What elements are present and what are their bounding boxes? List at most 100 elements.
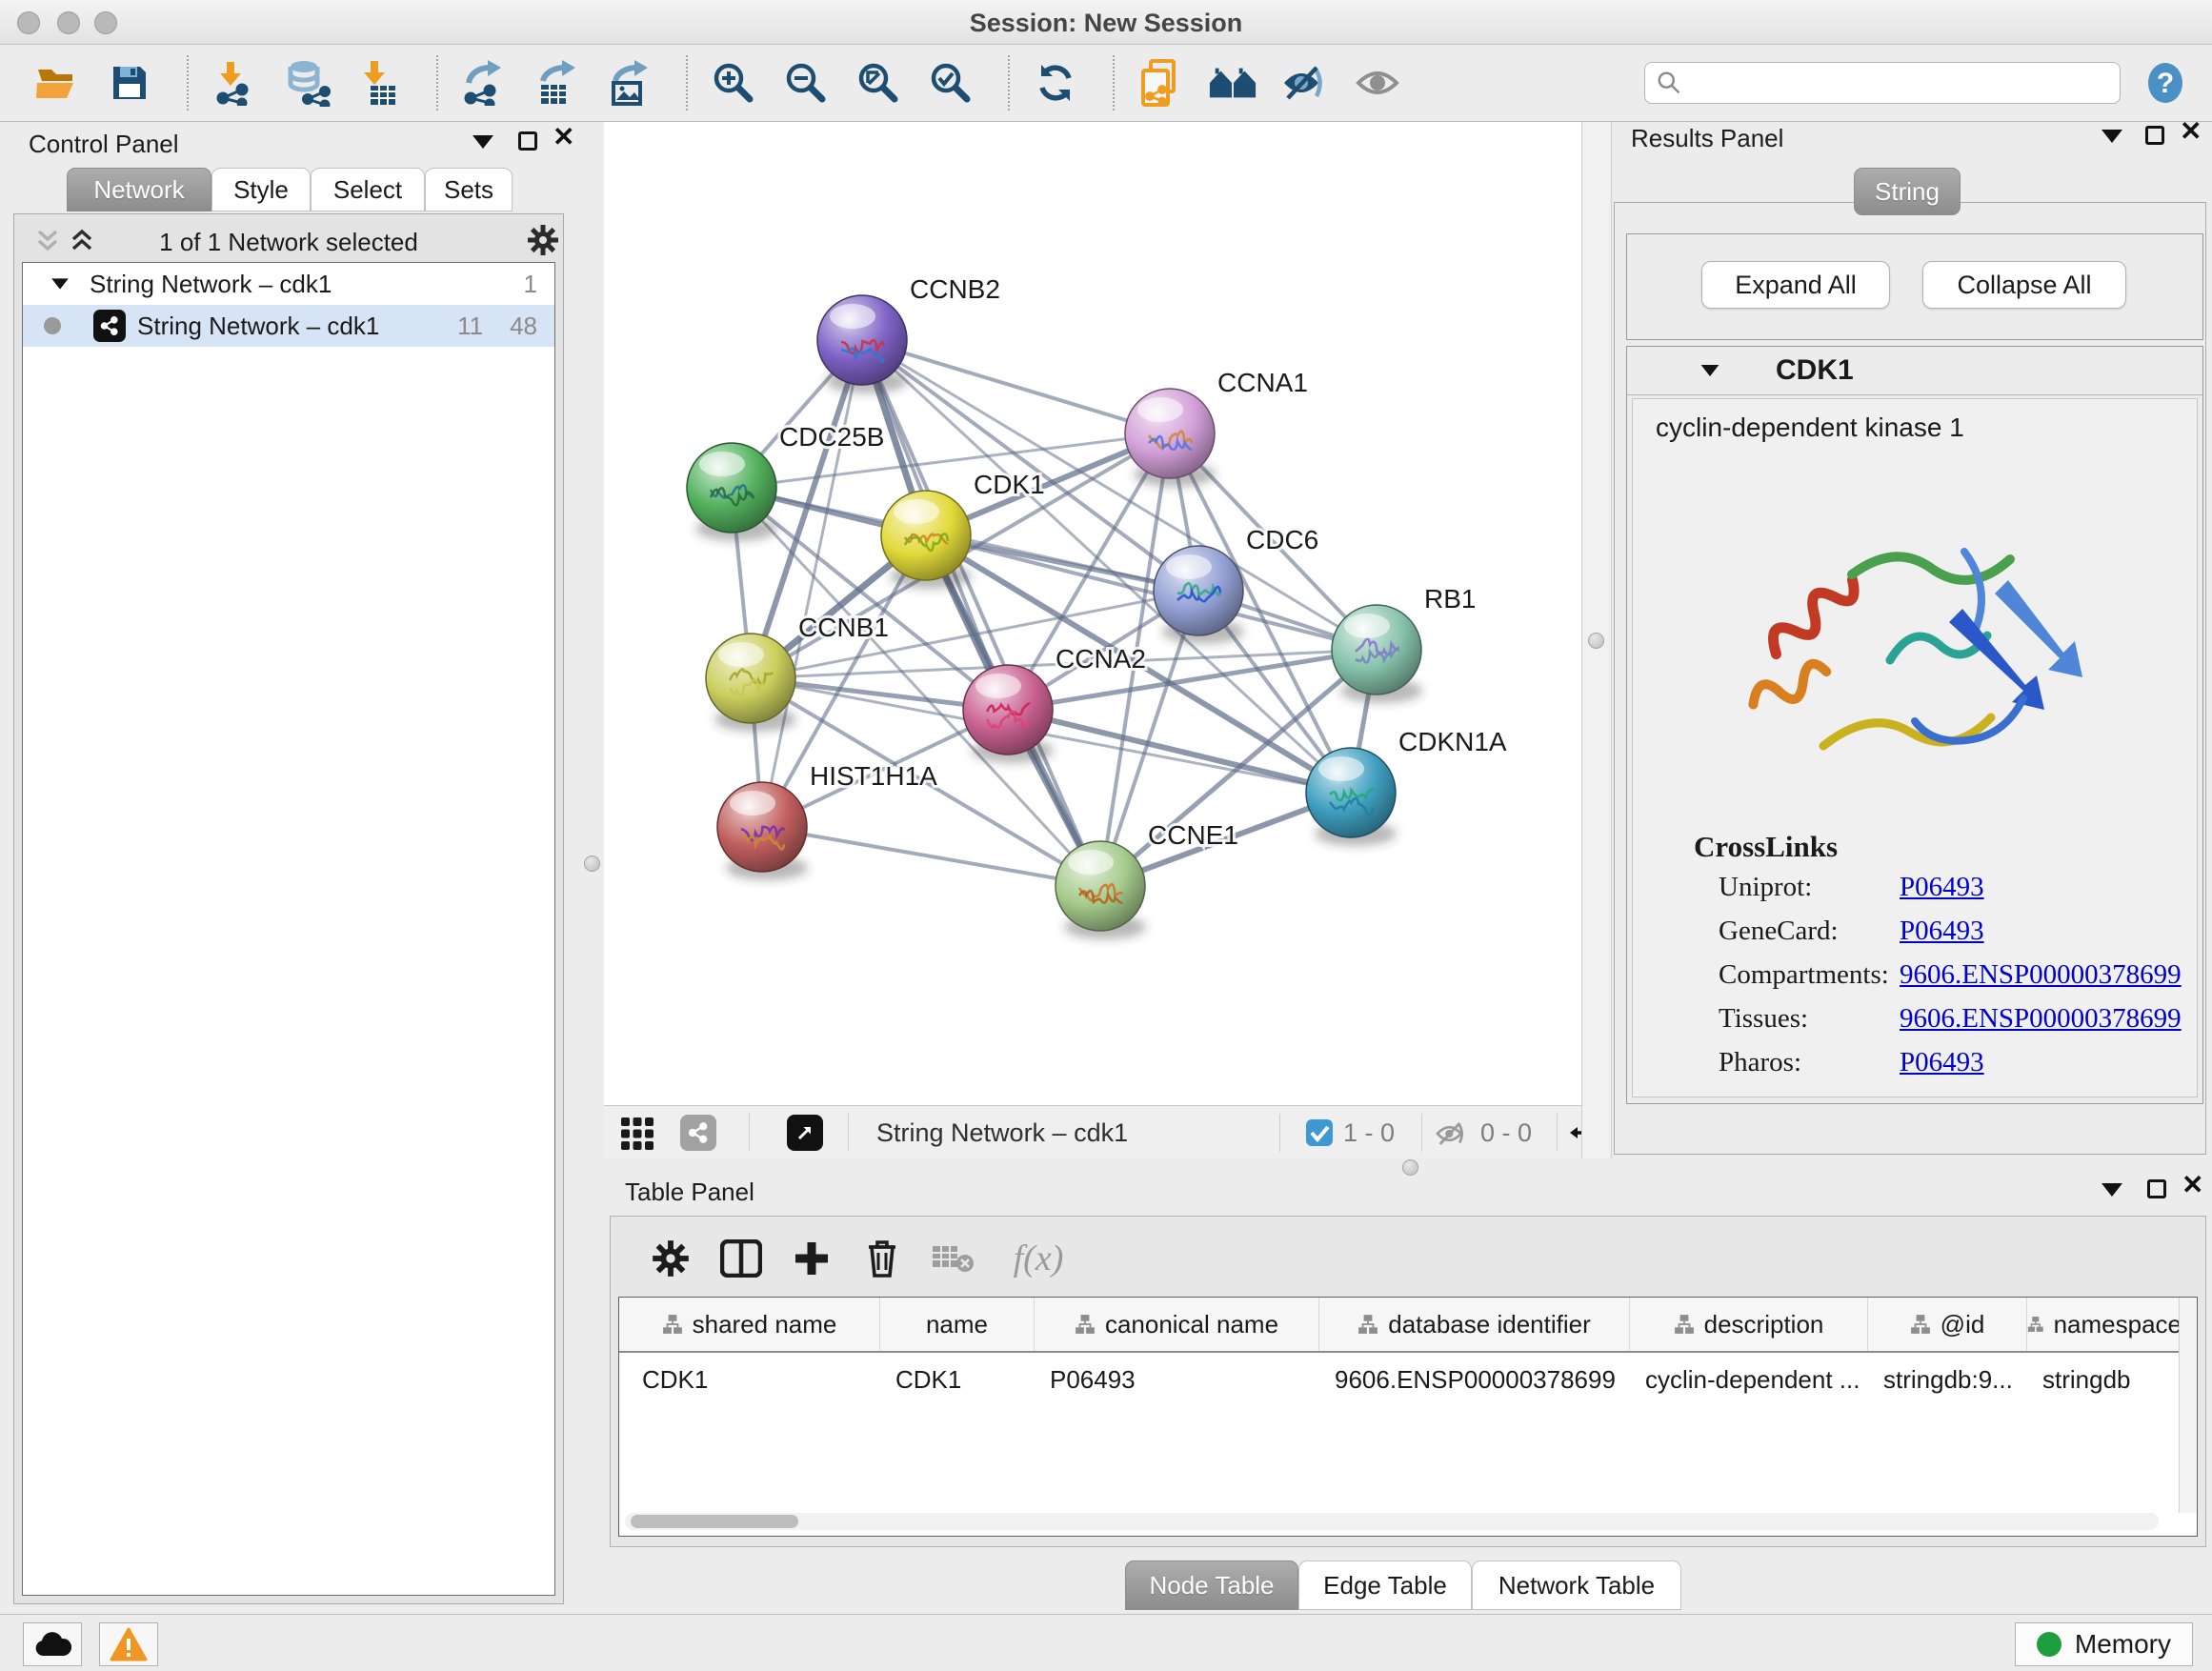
import-network-database-icon[interactable] (282, 58, 332, 108)
window-title: Session: New Session (0, 9, 2212, 38)
gear-icon[interactable] (643, 1232, 698, 1285)
column-header[interactable]: database identifier (1319, 1298, 1630, 1351)
expand-all-button[interactable]: Expand All (1701, 261, 1890, 309)
column-header[interactable]: description (1630, 1298, 1868, 1351)
warning-icon[interactable] (99, 1622, 158, 1666)
split-panel-icon[interactable] (714, 1232, 769, 1285)
grid-view-icon[interactable] (619, 1116, 655, 1157)
network-node-CDK1[interactable]: CDK1 (881, 470, 1045, 589)
network-node-HIST1H1A[interactable]: HIST1H1A (717, 761, 937, 880)
panel-float-icon[interactable] (2147, 1179, 2166, 1198)
scrollbar-thumb[interactable] (631, 1515, 798, 1528)
panel-menu-icon[interactable] (2101, 1183, 2122, 1197)
search-input[interactable] (1681, 68, 2108, 99)
tab-string[interactable]: String (1854, 168, 1961, 215)
network-node-RB1[interactable]: RB1 (1332, 584, 1476, 703)
network-collection-row[interactable]: String Network – cdk1 1 (23, 263, 554, 305)
collection-expand-icon[interactable] (51, 278, 69, 289)
crosslink-link[interactable]: P06493 (1900, 916, 1984, 947)
import-network-file-icon[interactable] (210, 58, 259, 108)
title-bar: Session: New Session (0, 0, 2212, 45)
memory-status-dot (2037, 1632, 2061, 1657)
network-overview-icon[interactable] (680, 1115, 716, 1151)
network-edge-CCNB2-CCNA1[interactable] (862, 340, 1170, 433)
application-window: Session: New Session (0, 0, 2212, 1671)
delete-column-icon[interactable] (855, 1232, 910, 1285)
network-view-toolbar: String Network – cdk1 1 - 0 0 - 0 (604, 1105, 1581, 1159)
tab-node-table[interactable]: Node Table (1125, 1560, 1298, 1610)
network-node-CCNE1[interactable]: CCNE1 (1056, 820, 1238, 939)
hidden-eye-icon[interactable] (1435, 1119, 1469, 1153)
column-header[interactable]: shared name (619, 1298, 880, 1351)
entry-content: cyclin-dependent kinase 1 (1632, 398, 2198, 1097)
column-header[interactable]: canonical name (1035, 1298, 1319, 1351)
column-header[interactable]: namespace (2027, 1298, 2182, 1351)
column-header[interactable]: name (880, 1298, 1035, 1351)
entry-header[interactable]: CDK1 (1627, 347, 2202, 395)
add-column-icon[interactable] (784, 1232, 839, 1285)
hide-eye-icon[interactable] (1280, 58, 1330, 108)
tab-select[interactable]: Select (311, 168, 425, 211)
tab-edge-table[interactable]: Edge Table (1298, 1560, 1472, 1610)
crosslink-row: Tissues:9606.ENSP00000378699 (1633, 1003, 2197, 1047)
export-image-icon[interactable] (604, 58, 654, 108)
tab-network-table[interactable]: Network Table (1472, 1560, 1681, 1610)
zoom-selected-icon[interactable] (926, 58, 975, 108)
toolbar-separator (686, 55, 688, 111)
column-header[interactable]: @id (1868, 1298, 2027, 1351)
zoom-out-icon[interactable] (781, 58, 831, 108)
selected-checkbox-icon[interactable] (1305, 1118, 1334, 1152)
collapse-all-button[interactable]: Collapse All (1922, 261, 2126, 309)
footer-separator (848, 1114, 849, 1152)
panel-close-icon[interactable]: ✕ (2180, 122, 2202, 141)
function-builder-icon[interactable]: f(x) (995, 1232, 1081, 1285)
network-node-CDKN1A[interactable]: CDKN1A (1306, 727, 1507, 846)
node-label-CCNB1: CCNB1 (798, 613, 889, 642)
panel-close-icon[interactable]: ✕ (2182, 1176, 2203, 1195)
detach-view-icon[interactable] (787, 1115, 823, 1151)
houses-icon[interactable] (1208, 58, 1257, 108)
show-eye-icon[interactable] (1353, 58, 1402, 108)
save-session-icon[interactable] (105, 58, 154, 108)
entry-collapse-icon[interactable] (1701, 365, 1719, 376)
left-splitter-handle[interactable] (584, 856, 600, 872)
duplicate-network-icon[interactable] (1136, 58, 1185, 108)
network-canvas[interactable]: CCNB2CCNA1CDC25BCDK1CDC6RB1CCNB1CCNA2CDK… (604, 122, 1581, 1105)
horizontal-splitter[interactable] (577, 1158, 2212, 1174)
crosslink-link[interactable]: 9606.ENSP00000378699 (1900, 1003, 2182, 1035)
tab-sets[interactable]: Sets (425, 168, 513, 211)
import-table-icon[interactable] (354, 58, 404, 108)
zoom-fit-icon[interactable] (854, 58, 903, 108)
network-row[interactable]: String Network – cdk1 11 48 (23, 305, 554, 347)
table-row[interactable]: CDK1 CDK1 P06493 9606.ENSP00000378699 cy… (619, 1353, 2197, 1406)
crosslink-link[interactable]: P06493 (1900, 872, 1984, 903)
gear-icon[interactable] (527, 224, 559, 256)
network-edge-CCNB2-HIST1H1A[interactable] (762, 340, 862, 827)
export-table-icon[interactable] (532, 58, 581, 108)
refresh-icon[interactable] (1031, 58, 1080, 108)
zoom-in-icon[interactable] (709, 58, 758, 108)
panel-float-icon[interactable] (2145, 126, 2164, 145)
automation-cloud-icon[interactable] (23, 1622, 82, 1666)
tab-style[interactable]: Style (211, 168, 311, 211)
node-label-CDC25B: CDC25B (779, 422, 884, 452)
panel-float-icon[interactable] (518, 131, 537, 151)
results-panel-title: Results Panel (1631, 124, 1783, 153)
table-horizontal-scrollbar[interactable] (625, 1513, 2159, 1530)
open-session-icon[interactable] (32, 58, 82, 108)
panel-close-icon[interactable]: ✕ (553, 128, 574, 147)
toolbar-separator (1113, 55, 1115, 111)
table-vertical-scrollbar[interactable] (2179, 1298, 2197, 1513)
crosslink-link[interactable]: 9606.ENSP00000378699 (1900, 959, 2182, 991)
network-node-CCNA1[interactable]: CCNA1 (1125, 368, 1308, 487)
panel-menu-icon[interactable] (2101, 130, 2122, 143)
panel-menu-icon[interactable] (473, 135, 493, 149)
help-icon[interactable]: ? (2143, 61, 2187, 105)
tab-network[interactable]: Network (67, 168, 211, 211)
delete-table-icon[interactable] (925, 1232, 980, 1285)
crosslink-link[interactable]: P06493 (1900, 1047, 1984, 1078)
export-network-icon[interactable] (459, 58, 509, 108)
memory-button[interactable]: Memory (2015, 1622, 2193, 1666)
network-node-CDC6[interactable]: CDC6 (1154, 525, 1318, 644)
right-splitter-handle[interactable] (1588, 633, 1604, 649)
